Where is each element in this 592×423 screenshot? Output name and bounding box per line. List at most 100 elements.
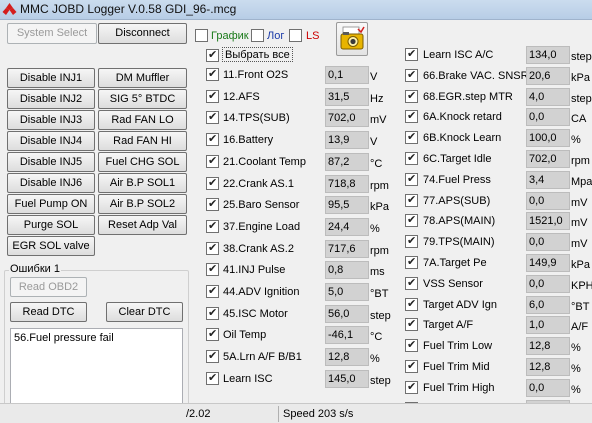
graph-checkbox[interactable] <box>195 29 208 42</box>
parameter-unit: mV <box>571 217 588 230</box>
read-obd2-button[interactable]: Read OBD2 <box>10 277 87 297</box>
parameter-label: Target A/F <box>423 319 474 332</box>
parameter-checkbox[interactable] <box>405 359 418 373</box>
parameter-checkbox[interactable] <box>206 176 219 190</box>
parameter-label: 12.AFS <box>223 90 260 103</box>
actuator-button[interactable]: EGR SOL valve <box>7 236 95 256</box>
parameter-value: 12,8 <box>325 348 369 367</box>
parameter-value: 149,9 <box>526 254 570 272</box>
parameter-label: 11.Front O2S <box>223 69 289 81</box>
parameter-unit: °C <box>370 331 383 344</box>
parameter-label: 5A.Lrn A/F B/B1 <box>223 351 302 364</box>
parameter-checkbox[interactable] <box>405 380 418 394</box>
parameter-unit: step <box>571 92 592 105</box>
actuator-button[interactable]: Disable INJ1 <box>7 68 95 88</box>
parameter-unit: °C <box>370 157 383 170</box>
actuator-button[interactable]: Air B.P SOL2 <box>98 194 187 214</box>
parameter-label: 37.Engine Load <box>223 220 301 233</box>
actuator-button[interactable]: Disable INJ5 <box>7 152 95 172</box>
parameter-unit: V <box>370 71 378 83</box>
parameter-checkbox[interactable] <box>206 371 219 385</box>
screenshot-button[interactable] <box>336 22 368 56</box>
actuator-button[interactable]: Rad FAN HI <box>98 131 187 151</box>
parameter-checkbox[interactable] <box>206 241 219 255</box>
parameter-checkbox[interactable] <box>405 255 418 269</box>
parameter-checkbox[interactable] <box>206 110 219 125</box>
parameter-unit: step <box>370 309 391 322</box>
parameter-checkbox[interactable] <box>405 47 418 61</box>
read-dtc-button[interactable]: Read DTC <box>10 302 87 322</box>
parameter-checkbox[interactable] <box>206 132 219 147</box>
parameter-checkbox[interactable] <box>206 219 219 233</box>
parameter-checkbox[interactable] <box>405 234 418 249</box>
actuator-button[interactable]: Fuel CHG SOL <box>98 152 187 172</box>
parameter-checkbox[interactable] <box>405 338 418 353</box>
parameter-checkbox[interactable] <box>206 327 219 342</box>
parameter-value: 5,0 <box>325 283 369 301</box>
parameter-unit: mV <box>571 238 588 251</box>
log-checkbox[interactable] <box>251 29 264 42</box>
actuator-button[interactable]: Disable INJ2 <box>7 89 95 109</box>
actuator-button[interactable]: Disable INJ4 <box>7 131 95 151</box>
parameter-label: 21.Coolant Temp <box>223 155 306 168</box>
parameter-value: 12,8 <box>526 358 570 376</box>
parameter-label: 44.ADV Ignition <box>223 286 300 298</box>
parameter-checkbox[interactable] <box>405 68 418 82</box>
parameter-label: Oil Temp <box>223 329 267 342</box>
parameter-label: 77.APS(SUB) <box>423 194 491 207</box>
parameter-label: VSS Sensor <box>423 277 483 290</box>
parameter-label: 6C.Target Idle <box>423 153 492 165</box>
actuator-button[interactable]: Air B.P SOL1 <box>98 173 187 193</box>
actuator-button[interactable]: Rad FAN LO <box>98 110 187 130</box>
actuator-button[interactable]: Disable INJ6 <box>7 173 95 193</box>
parameter-value: 12,8 <box>526 337 570 356</box>
parameter-checkbox[interactable] <box>206 89 219 103</box>
parameter-unit: kPa <box>370 201 389 214</box>
parameter-checkbox[interactable] <box>405 213 418 228</box>
actuator-button[interactable]: Reset Adp Val <box>98 215 187 235</box>
parameter-value: 87,2 <box>325 152 369 171</box>
parameter-label: 6B.Knock Learn <box>423 132 502 145</box>
camera-icon <box>340 26 365 50</box>
parameter-checkbox[interactable] <box>405 172 418 186</box>
parameter-label: 25.Baro Sensor <box>223 199 300 212</box>
errors-group-title: Ошибки 1 <box>9 263 61 275</box>
parameter-checkbox[interactable] <box>405 89 418 103</box>
parameter-checkbox[interactable] <box>405 193 418 207</box>
actuator-button[interactable]: SIG 5° BTDC <box>98 89 187 109</box>
disconnect-button[interactable]: Disconnect <box>98 23 187 44</box>
parameter-unit: % <box>370 222 380 235</box>
actuator-button[interactable]: DM Muffler <box>98 68 187 88</box>
parameter-checkbox[interactable] <box>405 297 418 311</box>
system-select-button[interactable]: System Select <box>7 23 97 44</box>
parameter-checkbox[interactable] <box>206 262 219 277</box>
ls-label: LS <box>306 30 320 42</box>
clear-dtc-button[interactable]: Clear DTC <box>106 302 183 322</box>
select-all-checkbox[interactable] <box>206 48 219 62</box>
ls-checkbox[interactable] <box>289 29 302 42</box>
parameter-checkbox[interactable] <box>405 151 418 165</box>
actuator-button[interactable]: Fuel Pump ON <box>7 194 95 214</box>
parameter-value: 31,5 <box>325 87 369 106</box>
parameter-checkbox[interactable] <box>206 154 219 168</box>
parameter-checkbox[interactable] <box>405 109 418 124</box>
parameter-label: 45.ISC Motor <box>223 307 288 320</box>
parameter-checkbox[interactable] <box>206 197 219 212</box>
status-speed: Speed 203 s/s <box>283 408 354 420</box>
parameter-checkbox[interactable] <box>206 284 219 298</box>
parameter-checkbox[interactable] <box>206 349 219 364</box>
actuator-button[interactable]: Disable INJ3 <box>7 110 95 130</box>
error-list[interactable]: 56.Fuel pressure fail <box>10 328 183 408</box>
parameter-checkbox[interactable] <box>405 276 418 290</box>
parameter-value: -46,1 <box>325 326 369 345</box>
parameter-label: Fuel Trim Low <box>423 340 493 353</box>
parameter-checkbox[interactable] <box>206 306 219 320</box>
parameter-checkbox[interactable] <box>206 67 219 81</box>
parameter-checkbox[interactable] <box>405 130 418 145</box>
actuator-button[interactable]: Purge SOL <box>7 215 95 235</box>
parameter-checkbox[interactable] <box>405 317 418 332</box>
parameter-value: 0,0 <box>526 378 570 397</box>
parameter-value: 1,0 <box>526 316 570 335</box>
parameter-label: Learn ISC <box>223 372 273 385</box>
parameter-label: 14.TPS(SUB) <box>223 112 290 125</box>
